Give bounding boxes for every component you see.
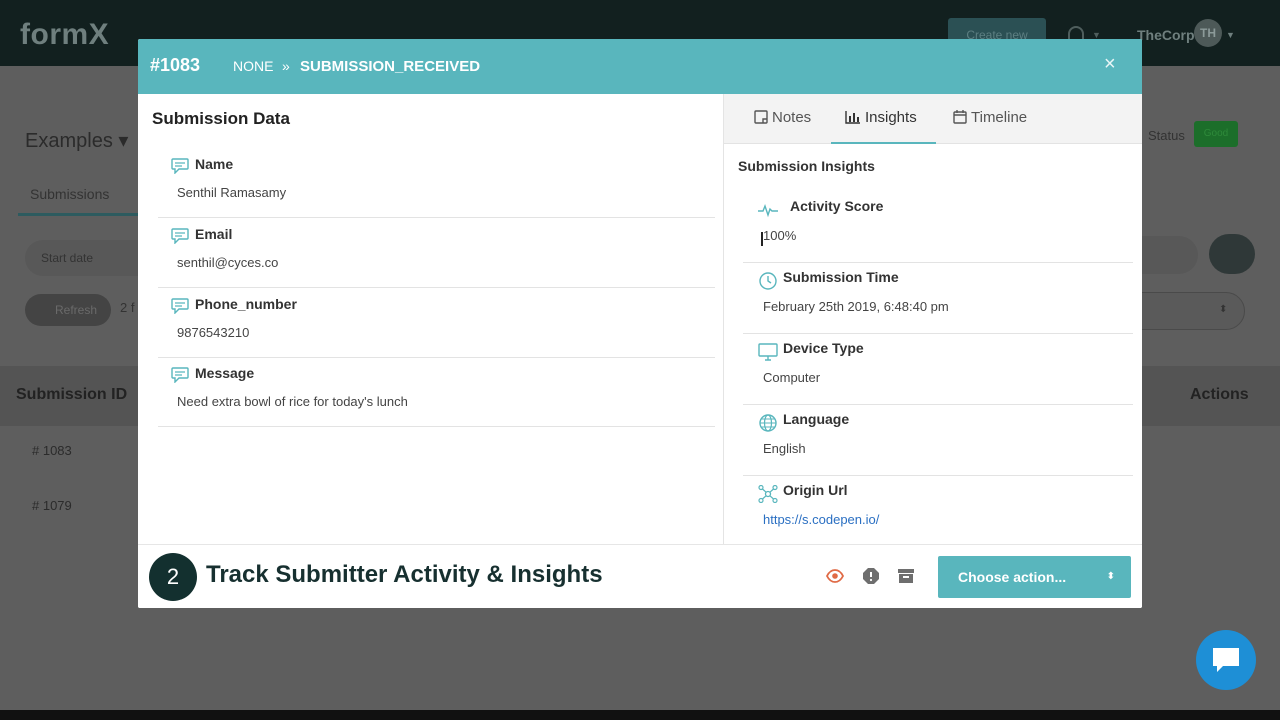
chat-launcher-button[interactable] <box>1196 630 1256 690</box>
insights-title: Submission Insights <box>738 158 875 174</box>
search-input[interactable] <box>1140 236 1198 274</box>
status-arrow: » <box>282 58 290 74</box>
insight-label: Language <box>783 411 850 427</box>
start-date-input[interactable]: Start date <box>25 240 145 276</box>
insight-device-type: Device Type Computer <box>743 334 1133 405</box>
insight-value: Computer <box>763 370 821 385</box>
insight-label: Activity Score <box>790 198 884 214</box>
tab-notes[interactable]: Notes <box>754 94 811 144</box>
choose-action-label: Choose action... <box>958 569 1067 585</box>
insight-label: Submission Time <box>783 269 899 285</box>
field-name: Name Senthil Ramasamy <box>158 148 715 218</box>
close-icon[interactable]: × <box>1104 53 1116 76</box>
network-icon <box>758 485 778 503</box>
tab-label: Timeline <box>971 109 1028 126</box>
tab-bar: Notes Insights Timeline <box>724 94 1142 144</box>
field-value: senthil@cyces.co <box>177 255 279 270</box>
table-row-id[interactable]: # 1083 <box>32 443 72 458</box>
details-panel: Notes Insights Timeline Submission Insig… <box>723 94 1142 544</box>
calendar-icon <box>953 110 967 124</box>
tab-submissions-label: Submissions <box>30 186 110 202</box>
field-message: Message Need extra bowl of rice for toda… <box>158 357 715 427</box>
column-header-submission-id: Submission ID <box>16 386 128 403</box>
insight-submission-time: Submission Time February 25th 2019, 6:48… <box>743 263 1133 334</box>
field-email: Email senthil@cyces.co <box>158 218 715 288</box>
insight-origin-url: Origin Url https://s.codepen.io/ <box>743 476 1133 547</box>
video-bottom-bar <box>0 710 1280 720</box>
choose-action-dropdown[interactable]: Choose action... ⬍ <box>938 556 1131 598</box>
search-button[interactable] <box>1209 234 1255 274</box>
comment-icon <box>171 228 189 244</box>
insight-label: Origin Url <box>783 482 848 498</box>
note-icon <box>754 110 768 124</box>
field-value: 9876543210 <box>177 325 250 340</box>
modal-header: #1083 NONE » SUBMISSION_RECEIVED × <box>138 39 1142 94</box>
avatar[interactable]: TH <box>1194 19 1222 47</box>
result-count: 2 f <box>120 300 135 315</box>
step-caption: Track Submitter Activity & Insights <box>206 561 603 588</box>
field-label: Phone_number <box>195 296 297 312</box>
org-name[interactable]: TheCorp <box>1137 27 1195 43</box>
comment-icon <box>171 158 189 174</box>
insight-activity-score: Activity Score 100% <box>743 192 1133 263</box>
field-label: Name <box>195 156 234 172</box>
tab-label: Notes <box>772 109 812 126</box>
field-phone-number: Phone_number 9876543210 <box>158 288 715 358</box>
archive-icon[interactable] <box>897 567 915 585</box>
origin-url-link[interactable]: https://s.codepen.io/ <box>763 512 879 527</box>
select-caret-icon: ⬍ <box>1106 571 1115 582</box>
from-status: NONE <box>233 58 274 74</box>
app-logo: formX <box>20 18 110 51</box>
field-value: Need extra bowl of rice for today's lunc… <box>177 394 408 409</box>
eye-icon[interactable] <box>826 567 844 585</box>
clock-icon <box>759 272 777 290</box>
field-label: Message <box>195 365 255 381</box>
comment-icon <box>171 367 189 383</box>
insight-value: English <box>763 441 806 456</box>
tab-insights[interactable]: Insights <box>831 94 936 144</box>
insight-label: Device Type <box>783 340 864 356</box>
monitor-icon <box>758 343 778 361</box>
insight-language: Language English <box>743 405 1133 476</box>
refresh-button[interactable]: Refresh <box>25 294 111 326</box>
field-label: Email <box>195 226 233 242</box>
step-number-badge: 2 <box>149 553 197 601</box>
submission-id: #1083 <box>150 55 201 75</box>
pulse-icon <box>758 203 778 218</box>
chevron-down-icon: ▼ <box>1226 30 1235 40</box>
status-label: Status <box>1148 128 1185 143</box>
modal-footer: 2 Track Submitter Activity & Insights Ch… <box>138 544 1142 608</box>
tab-timeline[interactable]: Timeline <box>953 94 1027 144</box>
tab-label: Insights <box>865 109 917 126</box>
submission-modal: #1083 NONE » SUBMISSION_RECEIVED × Submi… <box>138 39 1142 608</box>
submission-data-panel: Submission Data Name Senthil Ramasamy Em… <box>138 94 723 544</box>
chat-bubble-icon <box>1213 648 1239 672</box>
text-cursor-icon <box>761 232 763 246</box>
filter-select[interactable] <box>1140 292 1245 330</box>
status-badge: Good <box>1194 121 1238 147</box>
form-selector[interactable]: Examples ▾ <box>25 128 128 153</box>
submission-data-title: Submission Data <box>152 109 290 128</box>
field-value: Senthil Ramasamy <box>177 185 287 200</box>
insight-value: February 25th 2019, 6:48:40 pm <box>763 299 949 314</box>
spam-alert-icon[interactable] <box>862 567 880 585</box>
globe-icon <box>759 414 777 432</box>
table-row-id[interactable]: # 1079 <box>32 498 72 513</box>
comment-icon <box>171 298 189 314</box>
select-caret-icon: ⬍ <box>1219 304 1228 315</box>
to-status: SUBMISSION_RECEIVED <box>300 58 481 75</box>
form-selector-label: Examples <box>25 130 113 152</box>
insight-value: 100% <box>763 228 797 243</box>
column-header-actions: Actions <box>1190 386 1249 403</box>
bar-chart-icon <box>845 111 860 124</box>
